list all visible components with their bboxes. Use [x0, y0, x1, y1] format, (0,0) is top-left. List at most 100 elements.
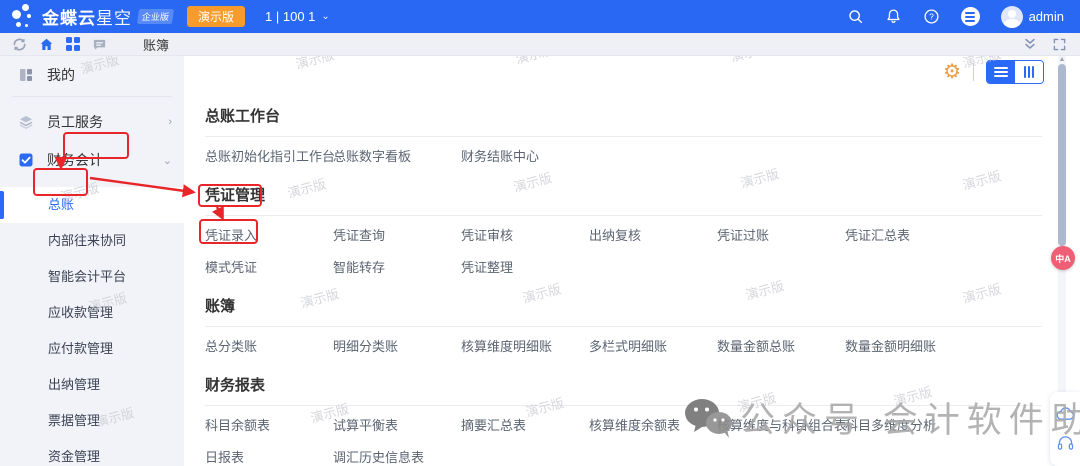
- brand-light: 星空: [96, 9, 132, 28]
- section-divider: [205, 136, 1042, 137]
- apps-grid-icon[interactable]: [66, 37, 80, 51]
- app-window: 金蝶云星空 企业版 演示版 1 | 100 1 ⌄ ? admin 账簿: [0, 0, 1080, 466]
- helper-panel: [1050, 392, 1080, 466]
- menu-link[interactable]: 凭证查询: [333, 228, 461, 244]
- menu-link[interactable]: 日报表: [205, 450, 333, 466]
- scrollbar-up-arrow[interactable]: ▲: [1058, 57, 1066, 63]
- sidebar-nav: 我的 员工服务 › 财务会计 ⌄ 总账内部往来协同智能会计平台应收款管理应付款管…: [0, 56, 184, 466]
- menu-link[interactable]: 核算维度明细账: [461, 339, 589, 355]
- menu-link[interactable]: 数量金额明细账: [845, 339, 973, 355]
- menu-link[interactable]: 科目多维度分析: [845, 418, 973, 434]
- user-account[interactable]: admin: [1001, 6, 1064, 28]
- sidebar-subitem[interactable]: 总账: [0, 187, 184, 223]
- menu-link[interactable]: 调汇历史信息表: [333, 450, 461, 466]
- sidebar-divider: [12, 96, 172, 97]
- checkbox-checked-icon: [18, 152, 34, 168]
- home-icon[interactable]: [39, 37, 54, 52]
- sidebar-subitem[interactable]: 票据管理: [0, 403, 184, 439]
- tab-toolbar: 账簿: [0, 33, 1080, 56]
- chat-icon[interactable]: [92, 37, 107, 52]
- kingdee-logo-icon: [10, 4, 40, 30]
- column-view-button[interactable]: [1015, 61, 1043, 83]
- sidebar-submenu: 总账内部往来协同智能会计平台应收款管理应付款管理出纳管理票据管理资金管理: [0, 187, 184, 466]
- menu-link[interactable]: 模式凭证: [205, 260, 333, 276]
- menu-link[interactable]: 财务结账中心: [461, 149, 589, 165]
- workspace-menu-icon[interactable]: [961, 7, 980, 26]
- menu-row: 总分类账明细分类账核算维度明细账多栏式明细账数量金额总账数量金额明细账: [205, 339, 1056, 355]
- menu-link[interactable]: 出纳复核: [589, 228, 717, 244]
- sidebar-subitem[interactable]: 内部往来协同: [0, 223, 184, 259]
- menu-link[interactable]: 明细分类账: [333, 339, 461, 355]
- menu-row: 模式凭证智能转存凭证整理: [205, 260, 1056, 276]
- menu-link[interactable]: 凭证审核: [461, 228, 589, 244]
- brand-title: 金蝶云星空: [42, 4, 132, 29]
- menu-section: 总账工作台总账初始化指引工作台总账数字看板财务结账中心: [205, 108, 1056, 165]
- cloud-icon[interactable]: [1056, 407, 1075, 421]
- chevron-down-icon: ⌄: [163, 154, 172, 167]
- sidebar-subitem[interactable]: 应收款管理: [0, 295, 184, 331]
- list-view-button[interactable]: [987, 61, 1015, 83]
- section-divider: [205, 215, 1042, 216]
- settings-gear-icon[interactable]: ⚙: [943, 61, 961, 83]
- menu-section: 凭证管理凭证录入凭证查询凭证审核出纳复核凭证过账凭证汇总表模式凭证智能转存凭证整…: [205, 187, 1056, 276]
- collapse-tabs-icon[interactable]: [1023, 37, 1037, 51]
- sidebar-item-employee-services[interactable]: 员工服务 ›: [0, 103, 184, 141]
- menu-link[interactable]: 总账数字看板: [333, 149, 461, 165]
- sync-icon[interactable]: [12, 37, 27, 52]
- menu-link[interactable]: 凭证录入: [205, 228, 333, 244]
- section-title: 总账工作台: [205, 108, 1056, 126]
- menu-link[interactable]: 试算平衡表: [333, 418, 461, 434]
- sidebar-subitem[interactable]: 智能会计平台: [0, 259, 184, 295]
- menu-link[interactable]: 凭证过账: [717, 228, 845, 244]
- section-title: 财务报表: [205, 377, 1056, 395]
- menu-row: 日报表调汇历史信息表: [205, 450, 1056, 466]
- username: admin: [1029, 9, 1064, 24]
- main-content: 总账工作台总账初始化指引工作台总账数字看板财务结账中心凭证管理凭证录入凭证查询凭…: [184, 56, 1056, 466]
- avatar: [1001, 6, 1023, 28]
- sidebar-subitem[interactable]: 出纳管理: [0, 367, 184, 403]
- menu-link[interactable]: 智能转存: [333, 260, 461, 276]
- translate-button[interactable]: 中A: [1051, 246, 1075, 270]
- view-controls: ⚙: [943, 60, 1044, 84]
- notification-bell-icon[interactable]: [885, 8, 902, 25]
- menu-link[interactable]: 凭证整理: [461, 260, 589, 276]
- org-info: 1 | 100 1: [265, 9, 315, 24]
- sidebar-item-financial-accounting[interactable]: 财务会计 ⌄: [0, 141, 184, 179]
- search-icon[interactable]: [847, 8, 864, 25]
- menu-link[interactable]: 总账初始化指引工作台: [205, 149, 333, 165]
- sidebar-item-mine[interactable]: 我的: [0, 56, 184, 94]
- sidebar-item-label: 财务会计: [47, 150, 103, 170]
- menu-section: 财务报表科目余额表试算平衡表摘要汇总表核算维度余额表核算维度与科目组合表科目多维…: [205, 377, 1056, 466]
- org-switcher[interactable]: 1 | 100 1 ⌄: [265, 9, 330, 24]
- tab-ledger[interactable]: 账簿: [143, 35, 169, 54]
- fullscreen-icon[interactable]: [1053, 38, 1066, 51]
- svg-text:?: ?: [929, 11, 934, 21]
- chevron-down-icon: ⌄: [321, 11, 329, 22]
- profile-icon: [18, 67, 34, 83]
- section-divider: [205, 405, 1042, 406]
- menu-link[interactable]: 多栏式明细账: [589, 339, 717, 355]
- menu-link[interactable]: 摘要汇总表: [461, 418, 589, 434]
- sidebar-subitem[interactable]: 资金管理: [0, 439, 184, 466]
- headset-icon[interactable]: [1057, 435, 1074, 451]
- menu-link[interactable]: 科目余额表: [205, 418, 333, 434]
- section-title: 凭证管理: [205, 187, 1056, 205]
- menu-link[interactable]: 核算维度与科目组合表: [717, 418, 845, 434]
- scrollbar-thumb[interactable]: [1058, 64, 1066, 246]
- top-header: 金蝶云星空 企业版 演示版 1 | 100 1 ⌄ ? admin: [0, 0, 1080, 33]
- menu-section: 账簿总分类账明细分类账核算维度明细账多栏式明细账数量金额总账数量金额明细账: [205, 298, 1056, 355]
- menu-link[interactable]: 凭证汇总表: [845, 228, 973, 244]
- menu-row: 凭证录入凭证查询凭证审核出纳复核凭证过账凭证汇总表: [205, 228, 1056, 244]
- divider: [973, 63, 974, 81]
- sidebar-item-label: 员工服务: [47, 112, 103, 132]
- view-switcher: [986, 60, 1044, 84]
- sidebar-subitem[interactable]: 应付款管理: [0, 331, 184, 367]
- menu-link[interactable]: 数量金额总账: [717, 339, 845, 355]
- menu-link[interactable]: 核算维度余额表: [589, 418, 717, 434]
- menu-row: 总账初始化指引工作台总账数字看板财务结账中心: [205, 149, 1056, 165]
- menu-link[interactable]: 总分类账: [205, 339, 333, 355]
- sidebar-item-label: 我的: [47, 65, 75, 85]
- help-icon[interactable]: ?: [923, 8, 940, 25]
- menu-row: 科目余额表试算平衡表摘要汇总表核算维度余额表核算维度与科目组合表科目多维度分析: [205, 418, 1056, 434]
- section-divider: [205, 326, 1042, 327]
